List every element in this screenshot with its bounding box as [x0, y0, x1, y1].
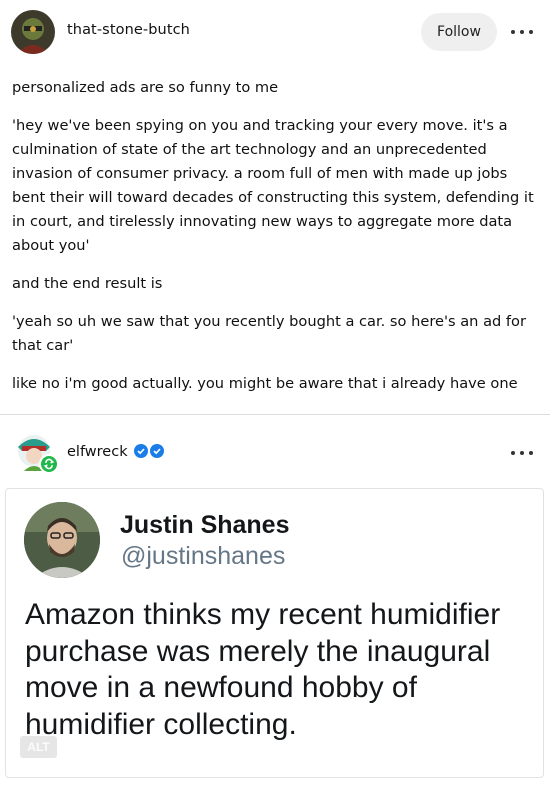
post-username[interactable]: that-stone-butch — [67, 22, 190, 38]
post-header: that-stone-butch Follow — [0, 0, 550, 64]
post-paragraph: 'yeah so uh we saw that you recently bou… — [12, 313, 526, 354]
post-paragraph: like no i'm good actually. you might be … — [12, 375, 518, 392]
reblog-header: elfwreck — [0, 415, 550, 487]
verified-badge-icon — [134, 444, 148, 458]
tweet-avatar — [24, 502, 100, 578]
follow-button[interactable]: Follow — [421, 13, 497, 51]
tweet-text: Amazon thinks my recent humidifier purch… — [25, 598, 501, 741]
more-options-icon[interactable] — [511, 445, 533, 461]
reblog-username[interactable]: elfwreck — [67, 444, 128, 460]
reblog-icon — [39, 454, 59, 474]
tweet-screenshot-image[interactable]: Justin Shanes @justinshanes Amazon think… — [5, 488, 544, 778]
more-options-icon[interactable] — [511, 24, 533, 40]
tweet-author-name: Justin Shanes — [120, 511, 290, 539]
tweet-author-handle: @justinshanes — [121, 542, 286, 570]
verified-badge-icon — [150, 444, 164, 458]
alt-text-badge[interactable]: ALT — [20, 736, 57, 758]
post-paragraph: 'hey we've been spying on you and tracki… — [12, 117, 534, 254]
post-paragraph: and the end result is — [12, 275, 163, 292]
avatar[interactable] — [11, 10, 55, 54]
post-body: personalized ads are so funny to me 'hey… — [12, 76, 540, 410]
post-paragraph: personalized ads are so funny to me — [12, 79, 279, 96]
